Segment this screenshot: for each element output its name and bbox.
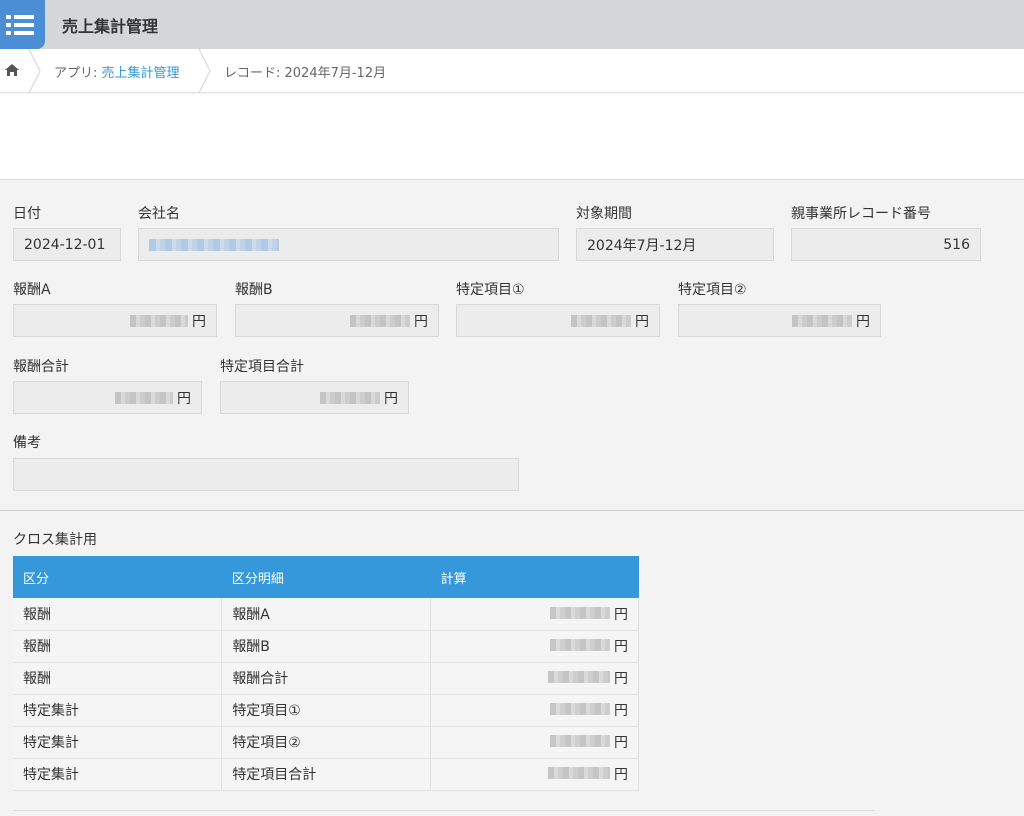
- calc-value-redacted: [550, 703, 610, 715]
- date-label: 日付: [13, 206, 41, 222]
- calc-value-redacted: [548, 671, 610, 683]
- toolbar-area: [0, 94, 1024, 180]
- cell-category: 報酬: [13, 630, 223, 663]
- reward-b-unit: 円: [414, 313, 428, 330]
- reward-total-value-redacted: [115, 391, 173, 404]
- calc-unit: 円: [614, 671, 628, 687]
- table-row[interactable]: 特定集計 特定項目② 円: [13, 726, 639, 759]
- breadcrumb-app: アプリ: 売上集計管理: [54, 62, 180, 81]
- cross-table: 区分 区分明細 計算 報酬 報酬A 円 報酬 報酬B 円 報酬 報酬合計 円 特…: [13, 556, 639, 791]
- parent-record-label: 親事業所レコード番号: [791, 206, 931, 222]
- item-1-field[interactable]: 円: [456, 304, 660, 337]
- reward-b-value-redacted: [350, 314, 410, 327]
- cell-detail: 報酬合計: [221, 662, 432, 695]
- cell-detail: 特定項目合計: [221, 758, 432, 791]
- cell-category: 特定集計: [13, 694, 223, 727]
- next-section-border: [13, 810, 875, 811]
- calc-unit: 円: [614, 639, 628, 655]
- item-total-unit: 円: [384, 390, 398, 407]
- app-title: 売上集計管理: [62, 17, 159, 36]
- item-2-value-redacted: [792, 314, 852, 327]
- remarks-field[interactable]: [13, 458, 519, 491]
- cell-category: 特定集計: [13, 726, 223, 759]
- chevron-separator-icon: [28, 49, 41, 93]
- cell-calc: 円: [430, 758, 639, 791]
- date-value: 2024-12-01: [24, 236, 106, 253]
- item-2-field[interactable]: 円: [678, 304, 881, 337]
- company-label: 会社名: [138, 206, 180, 222]
- reward-b-label: 報酬B: [235, 282, 273, 298]
- item-1-label: 特定項目①: [456, 282, 525, 298]
- reward-total-unit: 円: [177, 390, 191, 407]
- col-header-calc: 計算: [430, 556, 639, 598]
- table-row[interactable]: 特定集計 特定項目合計 円: [13, 758, 639, 791]
- cell-calc: 円: [430, 630, 639, 663]
- item-2-label: 特定項目②: [678, 282, 747, 298]
- item-total-label: 特定項目合計: [220, 359, 304, 375]
- item-1-value-redacted: [571, 314, 631, 327]
- period-label: 対象期間: [576, 206, 632, 222]
- date-field[interactable]: 2024-12-01: [13, 228, 121, 261]
- parent-record-value: 516: [943, 236, 970, 253]
- chevron-separator-icon: [198, 49, 211, 93]
- cross-section-title: クロス集計用: [13, 532, 97, 548]
- table-header-row: 区分 区分明細 計算: [13, 556, 639, 598]
- item-2-unit: 円: [856, 313, 870, 330]
- item-total-field[interactable]: 円: [220, 381, 409, 414]
- calc-unit: 円: [614, 735, 628, 751]
- reward-total-field[interactable]: 円: [13, 381, 202, 414]
- company-value-redacted: [149, 238, 279, 251]
- cell-detail: 報酬A: [221, 598, 432, 631]
- cell-category: 報酬: [13, 598, 223, 631]
- reward-b-field[interactable]: 円: [235, 304, 439, 337]
- breadcrumb: アプリ: 売上集計管理 レコード: 2024年7月-12月: [0, 49, 1024, 93]
- item-total-value-redacted: [320, 391, 380, 404]
- cell-detail: 特定項目①: [221, 694, 432, 727]
- cell-detail: 報酬B: [221, 630, 432, 663]
- period-field[interactable]: 2024年7月-12月: [576, 228, 774, 261]
- calc-value-redacted: [550, 606, 610, 619]
- home-icon[interactable]: [4, 63, 20, 77]
- table-row[interactable]: 特定集計 特定項目① 円: [13, 694, 639, 727]
- cell-detail: 特定項目②: [221, 726, 432, 759]
- col-header-category: 区分: [13, 556, 222, 598]
- cell-calc: 円: [430, 726, 639, 759]
- reward-a-value-redacted: [130, 314, 188, 327]
- cell-calc: 円: [430, 662, 639, 695]
- breadcrumb-app-prefix: アプリ:: [54, 66, 102, 81]
- calc-unit: 円: [614, 703, 628, 719]
- col-header-detail: 区分明細: [221, 556, 431, 598]
- calc-unit: 円: [614, 767, 628, 783]
- calc-value-redacted: [550, 639, 610, 651]
- period-value: 2024年7月-12月: [587, 237, 697, 254]
- calc-value-redacted: [550, 735, 610, 747]
- cell-category: 特定集計: [13, 758, 223, 791]
- item-1-unit: 円: [635, 313, 649, 330]
- parent-record-field[interactable]: 516: [791, 228, 981, 261]
- remarks-label: 備考: [13, 435, 41, 451]
- calc-unit: 円: [614, 606, 628, 623]
- cell-calc: 円: [430, 694, 639, 727]
- list-app-icon[interactable]: [0, 0, 45, 49]
- cell-calc: 円: [430, 598, 639, 631]
- cell-category: 報酬: [13, 662, 223, 695]
- section-divider: [0, 510, 1024, 511]
- table-row[interactable]: 報酬 報酬A 円: [13, 598, 639, 631]
- table-row[interactable]: 報酬 報酬B 円: [13, 630, 639, 663]
- breadcrumb-app-link[interactable]: 売上集計管理: [102, 66, 180, 81]
- breadcrumb-record: レコード: 2024年7月-12月: [224, 66, 387, 81]
- reward-a-label: 報酬A: [13, 282, 51, 298]
- reward-a-unit: 円: [192, 313, 206, 330]
- company-field[interactable]: [138, 228, 559, 261]
- app-header: 売上集計管理: [0, 0, 1024, 49]
- reward-total-label: 報酬合計: [13, 359, 69, 375]
- table-row[interactable]: 報酬 報酬合計 円: [13, 662, 639, 695]
- calc-value-redacted: [548, 767, 610, 779]
- reward-a-field[interactable]: 円: [13, 304, 217, 337]
